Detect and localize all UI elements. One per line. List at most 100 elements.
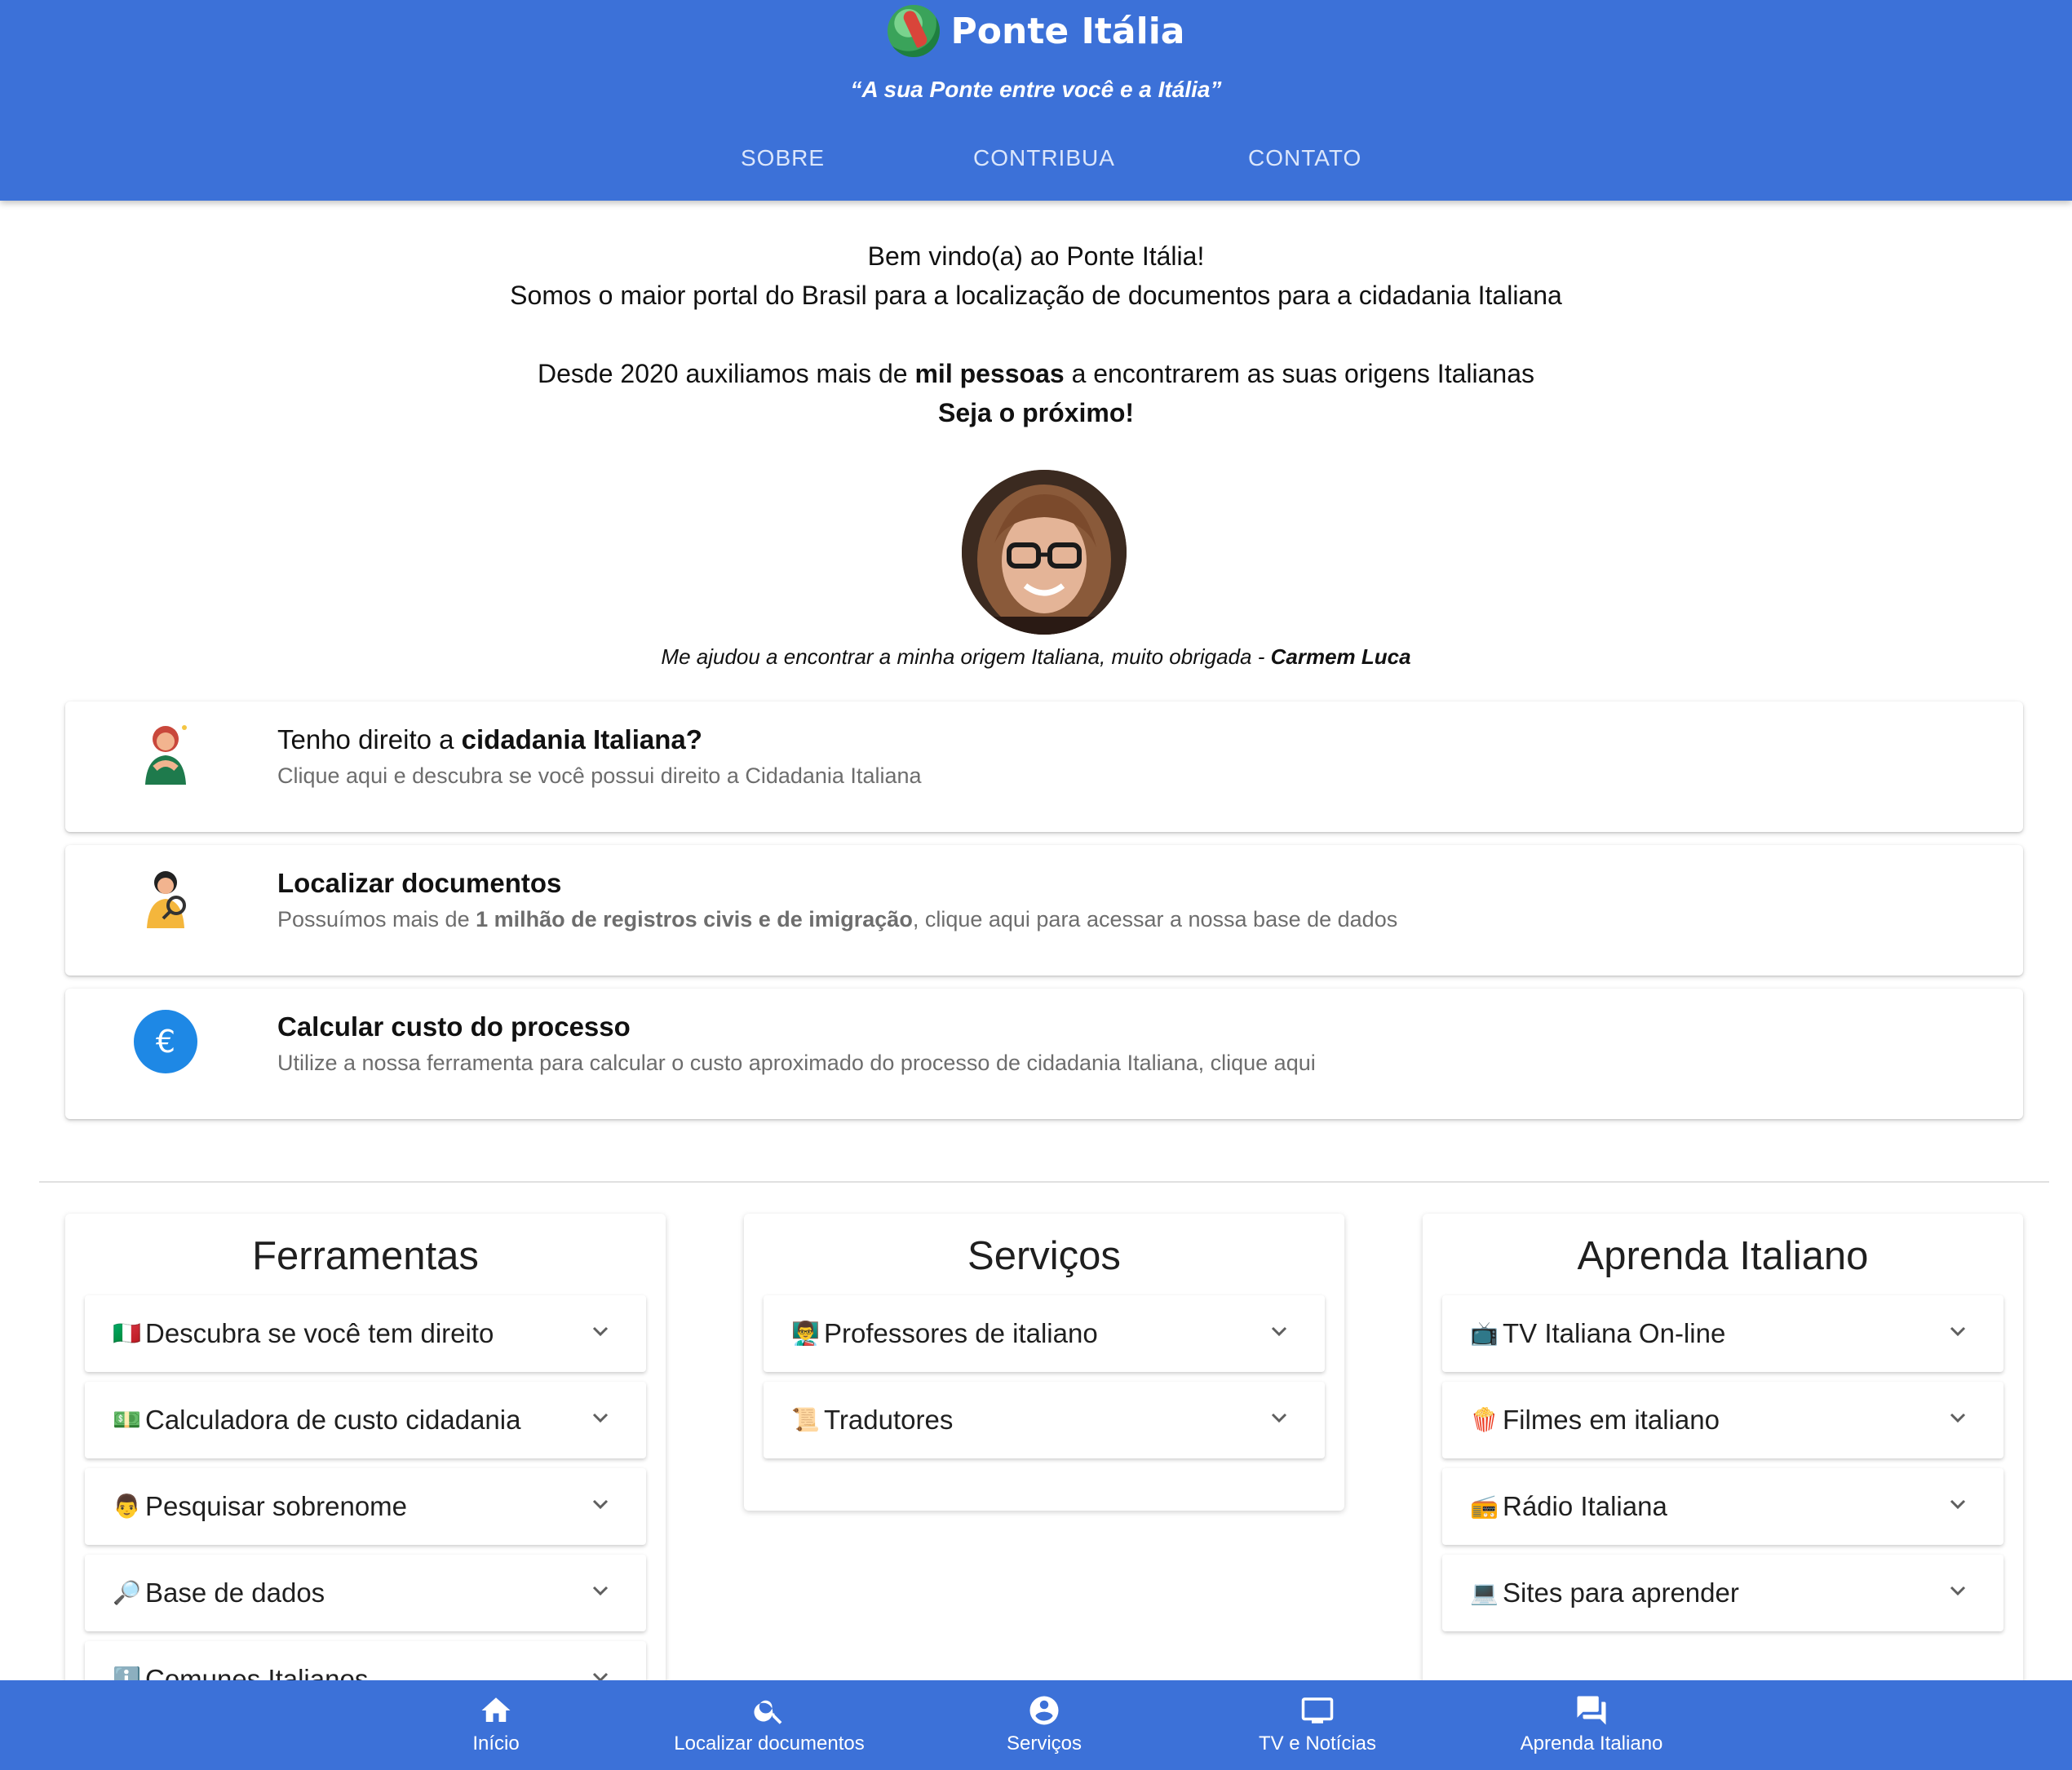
panel-ferramentas: Ferramentas 🇮🇹 Descubra se você tem dire… xyxy=(65,1214,666,1719)
card-locate-title-bold: Localizar documentos xyxy=(277,868,562,898)
person-magnifier-icon xyxy=(147,871,186,928)
accordion-radio[interactable]: 📻 Rádio Italiana xyxy=(1442,1468,2003,1545)
card-locate-documents[interactable]: Localizar documentos Possuímos mais de 1… xyxy=(65,845,2023,976)
accordion-label: Tradutores xyxy=(824,1405,954,1435)
testimonial-author: Carmem Luca xyxy=(1270,644,1411,669)
accordion-tv-italiana[interactable]: 📺 TV Italiana On-line xyxy=(1442,1295,2003,1372)
welcome-line-3: Desde 2020 auxiliamos mais de mil pessoa… xyxy=(0,354,2072,393)
brand-name: Ponte Itália xyxy=(950,10,1185,52)
panel-title: Serviços xyxy=(967,1234,1121,1278)
chevron-down-icon xyxy=(1271,1326,1287,1337)
testimonial-avatar xyxy=(962,470,1127,635)
monitor-icon xyxy=(1301,1697,1334,1724)
woman-thinking-icon xyxy=(145,725,187,785)
chevron-down-icon xyxy=(592,1499,609,1510)
card-calculate-cost[interactable]: € Calcular custo do processo Utilize a n… xyxy=(65,989,2023,1119)
man-icon: 👨 xyxy=(113,1493,141,1519)
svg-text:€: € xyxy=(156,1024,175,1060)
card-locate-sub-bold: 1 milhão de registros civis e de imigraç… xyxy=(476,907,913,931)
panel-title: Ferramentas xyxy=(252,1234,479,1278)
accordion-sites[interactable]: 💻 Sites para aprender xyxy=(1442,1555,2003,1631)
card-locate-sub-pre: Possuímos mais de xyxy=(277,907,476,931)
nav-link-contato[interactable]: CONTATO xyxy=(1248,145,1361,171)
bottom-nav-label: Aprenda Italiano xyxy=(1520,1732,1663,1755)
accordion-label: Professores de italiano xyxy=(824,1318,1098,1348)
top-app-bar: Ponte Itália “A sua Ponte entre você e a… xyxy=(0,0,2072,201)
accordion-label: Rádio Italiana xyxy=(1503,1491,1667,1521)
chevron-down-icon xyxy=(1950,1326,1966,1337)
home-icon xyxy=(481,1697,511,1722)
bottom-nav-label: Início xyxy=(472,1732,520,1755)
welcome-line-3-bold: mil pessoas xyxy=(914,359,1065,388)
welcome-line-2: Somos o maior portal do Brasil para a lo… xyxy=(510,281,1562,310)
bottom-nav-tv-noticias[interactable]: TV e Notícias xyxy=(1240,1693,1395,1762)
accordion-label: Filmes em italiano xyxy=(1503,1405,1720,1435)
chevron-down-icon xyxy=(592,1586,609,1596)
welcome-text: Bem vindo(a) ao Ponte Itália! Somos o ma… xyxy=(0,237,2072,432)
bottom-nav-label: Serviços xyxy=(1006,1732,1082,1755)
accordion-calculadora[interactable]: 💵 Calculadora de custo cidadania xyxy=(85,1382,646,1458)
top-nav: SOBRE CONTRIBUA CONTATO xyxy=(0,145,2072,178)
brand[interactable]: Ponte Itália xyxy=(0,0,2072,62)
accordion-descubra-direito[interactable]: 🇮🇹 Descubra se você tem direito xyxy=(85,1295,646,1372)
accordion-pesquisar-sobrenome[interactable]: 👨 Pesquisar sobrenome xyxy=(85,1468,646,1545)
welcome-line-4: Seja o próximo! xyxy=(937,398,1135,427)
card-eligibility-sub-text: Clique aqui e descubra se você possui di… xyxy=(277,763,922,788)
bottom-nav-label: Localizar documentos xyxy=(674,1732,865,1755)
accordion-filmes[interactable]: 🍿 Filmes em italiano xyxy=(1442,1382,2003,1458)
testimonial-quote: Me ajudou a encontrar a minha origem Ita… xyxy=(661,644,1271,669)
card-locate-sub-post: , clique aqui para acessar a nossa base … xyxy=(912,907,1398,931)
chevron-down-icon xyxy=(1950,1586,1966,1596)
card-calc-sub-text: Utilize a nossa ferramenta para calcular… xyxy=(277,1051,1316,1075)
scroll-icon: 📜 xyxy=(791,1407,820,1432)
italy-flag-icon: 🇮🇹 xyxy=(113,1321,141,1346)
card-calc-subtitle: Utilize a nossa ferramenta para calcular… xyxy=(277,1051,1316,1076)
chat-icon xyxy=(1577,1696,1606,1725)
welcome-line-3-post: a encontrarem as suas origens Italianas xyxy=(1064,359,1534,388)
bottom-nav-servicos[interactable]: Serviços xyxy=(987,1693,1101,1762)
chevron-down-icon xyxy=(592,1326,609,1337)
chevron-down-icon xyxy=(1271,1413,1287,1423)
magnifier-icon: 🔎 xyxy=(113,1580,141,1605)
nav-link-sobre[interactable]: SOBRE xyxy=(741,145,825,171)
panel-aprenda-italiano: Aprenda Italiano 📺 TV Italiana On-line 🍿… xyxy=(1423,1214,2023,1719)
bottom-nav-aprenda[interactable]: Aprenda Italiano xyxy=(1506,1693,1677,1762)
tagline: “A sua Ponte entre você e a Itália” xyxy=(850,77,1222,102)
card-locate-title: Localizar documentos xyxy=(277,868,561,899)
chevron-down-icon xyxy=(1950,1499,1966,1510)
card-eligibility-title-pre: Tenho direito a xyxy=(277,724,462,754)
bottom-nav-inicio[interactable]: Início xyxy=(447,1693,545,1762)
accordion-label: Base de dados xyxy=(145,1578,325,1608)
bottom-navigation: Início Localizar documentos Serviços TV … xyxy=(0,1680,2072,1770)
section-divider xyxy=(39,1181,2049,1183)
nav-link-contribua[interactable]: CONTRIBUA xyxy=(973,145,1115,171)
globe-logo-icon xyxy=(887,5,940,57)
welcome-line-3-pre: Desde 2020 auxiliamos mais de xyxy=(538,359,915,388)
accordion-base-dados[interactable]: 🔎 Base de dados xyxy=(85,1555,646,1631)
card-eligibility-title-bold: cidadania Italiana? xyxy=(461,724,702,754)
radio-icon: 📻 xyxy=(1470,1493,1499,1519)
accordion-label: Descubra se você tem direito xyxy=(145,1318,494,1348)
accordion-label: TV Italiana On-line xyxy=(1503,1318,1726,1348)
euro-icon: € xyxy=(134,1010,197,1073)
card-calc-title: Calcular custo do processo xyxy=(277,1011,631,1042)
panel-title: Aprenda Italiano xyxy=(1577,1234,1869,1278)
accordion-label: Pesquisar sobrenome xyxy=(145,1491,408,1521)
card-eligibility-subtitle: Clique aqui e descubra se você possui di… xyxy=(277,763,922,789)
chevron-down-icon xyxy=(1950,1413,1966,1423)
accordion-professores[interactable]: 👨‍🏫 Professores de italiano xyxy=(764,1295,1325,1372)
account-circle-icon xyxy=(1029,1696,1059,1725)
tv-icon: 📺 xyxy=(1470,1321,1499,1346)
card-eligibility-title: Tenho direito a cidadania Italiana? xyxy=(277,724,702,755)
panel-servicos: Serviços 👨‍🏫 Professores de italiano 📜 T… xyxy=(744,1214,1344,1511)
testimonial: Me ajudou a encontrar a minha origem Ita… xyxy=(0,644,2072,670)
search-icon xyxy=(754,1700,782,1724)
bottom-nav-localizar[interactable]: Localizar documentos xyxy=(659,1693,879,1762)
card-calc-title-bold: Calcular custo do processo xyxy=(277,1011,631,1042)
chevron-down-icon xyxy=(592,1413,609,1423)
card-eligibility[interactable]: Tenho direito a cidadania Italiana? Cliq… xyxy=(65,701,2023,832)
accordion-tradutores[interactable]: 📜 Tradutores xyxy=(764,1382,1325,1458)
accordion-label: Sites para aprender xyxy=(1503,1578,1739,1608)
bottom-nav-label: TV e Notícias xyxy=(1258,1732,1377,1755)
money-icon: 💵 xyxy=(113,1407,141,1432)
